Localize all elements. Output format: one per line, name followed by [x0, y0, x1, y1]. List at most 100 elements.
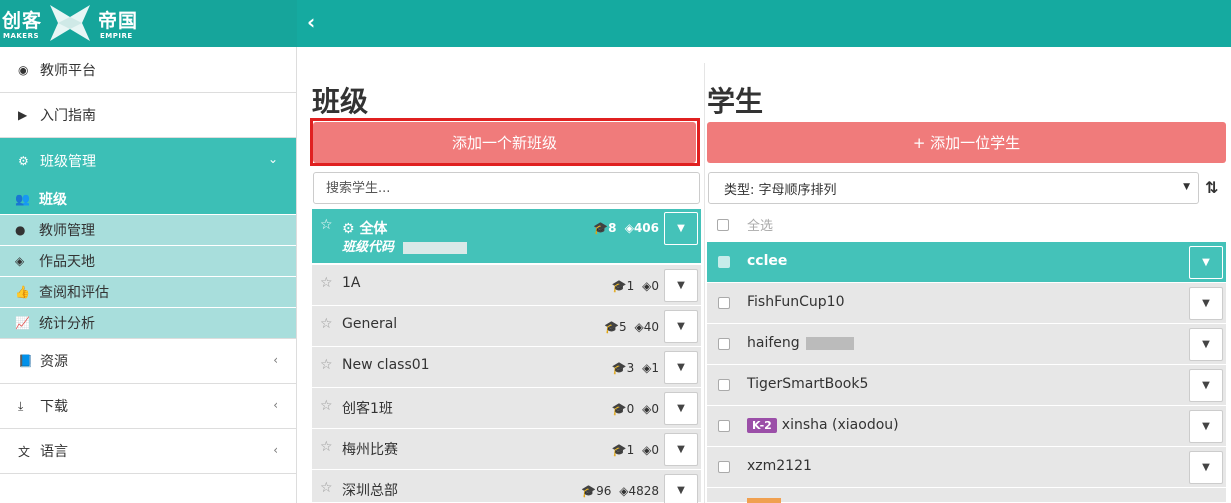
student-row[interactable]: xzm2121 ▼	[707, 447, 1226, 488]
star-icon[interactable]: ☆	[320, 217, 333, 233]
class-stats: 🎓0 ◈0	[612, 402, 659, 416]
chevron-left-icon: ‹	[307, 10, 316, 34]
student-name: cclee	[747, 253, 788, 269]
class-code-label: 班级代码	[342, 240, 395, 255]
sort-type-select[interactable]: 类型: 字母顺序排列 ▼	[708, 172, 1199, 204]
graduation-cap-icon: 🎓	[604, 320, 620, 334]
chevron-left-icon: ‹	[273, 353, 278, 367]
class-stats: 🎓8 ◈406	[593, 221, 659, 235]
select-all[interactable]: 全选	[717, 215, 773, 234]
class-actions-dropdown[interactable]: ▼	[664, 212, 698, 245]
class-name: ⚙ 全体	[342, 218, 387, 238]
sidebar-subitem-review[interactable]: 👍 查阅和评估	[0, 277, 296, 308]
student-row[interactable]	[707, 488, 1226, 503]
student-actions-dropdown[interactable]: ▼	[1189, 328, 1223, 361]
student-row[interactable]: cclee ▼	[707, 242, 1226, 283]
student-checkbox[interactable]	[718, 420, 730, 432]
student-checkbox[interactable]	[718, 256, 730, 268]
logo[interactable]: 创客 帝国 MAKERS EMPIRE	[0, 0, 297, 47]
student-row[interactable]: FishFunCup10 ▼	[707, 283, 1226, 324]
cube-icon: ◈	[642, 279, 652, 293]
search-students-input[interactable]	[313, 172, 700, 204]
student-actions-dropdown[interactable]: ▼	[1189, 287, 1223, 320]
sidebar-item-label: 资源	[40, 354, 68, 370]
star-icon[interactable]: ☆	[320, 480, 333, 496]
add-class-button[interactable]: 添加一个新班级	[313, 122, 696, 163]
dashboard-icon: ◉	[18, 62, 29, 77]
class-actions-dropdown[interactable]: ▼	[664, 392, 698, 425]
class-actions-dropdown[interactable]: ▼	[664, 351, 698, 384]
sidebar-item-getting-started[interactable]: ▶ 入门指南	[0, 93, 296, 138]
student-count: 1	[626, 443, 635, 457]
student-name: TigerSmartBook5	[747, 376, 869, 392]
sidebar-subitem-projects[interactable]: ◈ 作品天地	[0, 246, 296, 277]
star-icon[interactable]: ☆	[320, 275, 333, 291]
grade-badge: K-2	[747, 418, 777, 433]
sidebar-subitem-analytics[interactable]: 📈 统计分析	[0, 308, 296, 339]
student-row[interactable]: TigerSmartBook5 ▼	[707, 365, 1226, 406]
sort-alpha-icon[interactable]: ⇅	[1205, 178, 1218, 197]
class-name: 创客1班	[342, 401, 393, 417]
user-icon: ●	[15, 223, 26, 237]
star-icon[interactable]: ☆	[320, 398, 333, 414]
caret-down-icon: ▼	[677, 280, 685, 291]
cube-icon: ◈	[642, 361, 652, 375]
class-actions-dropdown[interactable]: ▼	[664, 269, 698, 302]
book-icon: 📘	[18, 354, 33, 368]
logo-text-en-right: EMPIRE	[100, 32, 133, 40]
student-row[interactable]: haifeng ▼	[707, 324, 1226, 365]
sidebar-item-resources[interactable]: 📘 资源 ‹	[0, 339, 296, 384]
star-icon[interactable]: ☆	[320, 439, 333, 455]
student-actions-dropdown[interactable]: ▼	[1189, 410, 1223, 443]
student-checkbox[interactable]	[718, 338, 730, 350]
class-actions-dropdown[interactable]: ▼	[664, 474, 698, 503]
sidebar-subitem-classes[interactable]: 👥 班级	[0, 184, 296, 215]
class-row[interactable]: ☆ 1A 🎓1 ◈0 ▼	[312, 265, 701, 306]
sidebar-item-teacher-platform[interactable]: ◉ 教师平台	[0, 47, 296, 93]
translate-icon: 文	[18, 444, 31, 459]
chevron-down-icon: ⌄	[267, 152, 278, 166]
student-actions-dropdown[interactable]: ▼	[1189, 451, 1223, 484]
class-actions-dropdown[interactable]: ▼	[664, 433, 698, 466]
class-row[interactable]: ☆ 创客1班 🎓0 ◈0 ▼	[312, 388, 701, 429]
student-checkbox[interactable]	[718, 297, 730, 309]
class-actions-dropdown[interactable]: ▼	[664, 310, 698, 343]
class-row[interactable]: ☆ 梅州比赛 🎓1 ◈0 ▼	[312, 429, 701, 470]
student-name: K-2 xinsha (xiaodou)	[747, 417, 899, 433]
grade-badge-partial	[747, 498, 781, 503]
class-row[interactable]: ☆ General 🎓5 ◈40 ▼	[312, 306, 701, 347]
class-code: 班级代码	[342, 236, 467, 255]
select-all-checkbox[interactable]	[717, 218, 729, 231]
student-checkbox[interactable]	[718, 379, 730, 391]
graduation-cap-icon: 🎓	[593, 221, 609, 235]
student-name: haifeng	[747, 335, 855, 351]
add-student-button[interactable]: + 添加一位学生	[707, 122, 1226, 163]
student-checkbox[interactable]	[718, 461, 730, 473]
star-icon[interactable]: ☆	[320, 357, 333, 373]
student-actions-dropdown[interactable]: ▼	[1189, 369, 1223, 402]
sidebar-item-class-management[interactable]: ⚙ 班级管理 ⌄	[0, 138, 296, 184]
class-row-all[interactable]: ☆ ⚙ 全体 班级代码 🎓8 ◈406 ▼	[312, 209, 701, 264]
class-row[interactable]: ☆ 深圳总部 🎓96 ◈4828 ▼	[312, 470, 701, 503]
sidebar-collapse-button[interactable]: ‹	[307, 10, 315, 34]
download-icon: ⤓	[18, 398, 24, 413]
student-actions-dropdown[interactable]: ▼	[1189, 246, 1223, 279]
class-row[interactable]: ☆ New class01 🎓3 ◈1 ▼	[312, 347, 701, 388]
sidebar-item-downloads[interactable]: ⤓ 下载 ‹	[0, 384, 296, 429]
sidebar-item-label: 班级管理	[40, 154, 96, 170]
project-count: 406	[633, 221, 659, 235]
chevron-left-icon: ‹	[273, 398, 278, 412]
class-name: 深圳总部	[342, 483, 398, 499]
student-count: 3	[626, 361, 635, 375]
caret-down-icon: ▼	[1183, 182, 1190, 192]
graduation-cap-icon: 🎓	[611, 443, 627, 457]
graduation-cap-icon: 🎓	[581, 484, 597, 498]
student-row[interactable]: K-2 xinsha (xiaodou) ▼	[707, 406, 1226, 447]
sidebar-subitem-teachers[interactable]: ● 教师管理	[0, 215, 296, 246]
cube-icon: ◈	[624, 221, 634, 235]
caret-down-icon: ▼	[677, 485, 685, 496]
sidebar-item-language[interactable]: 文 语言 ‹	[0, 429, 296, 474]
logo-text-en-left: MAKERS	[3, 32, 40, 40]
sidebar-item-label: 教师平台	[40, 62, 96, 79]
star-icon[interactable]: ☆	[320, 316, 333, 332]
